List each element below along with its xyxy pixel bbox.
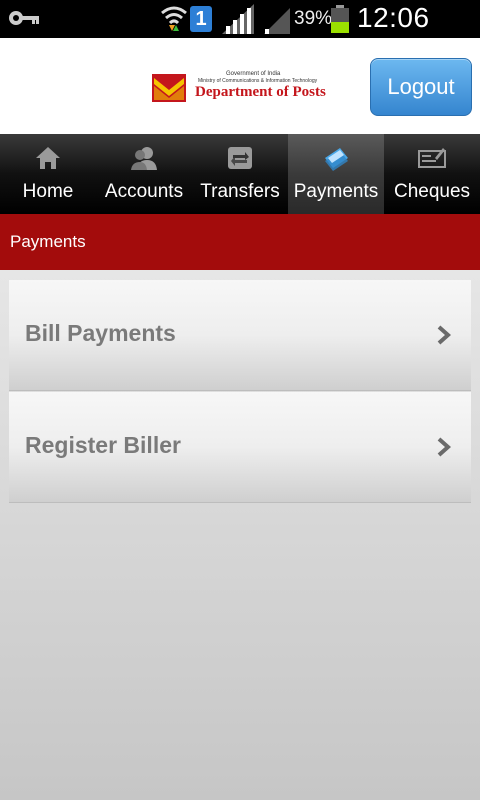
india-post-logo: Government of India Ministry of Communic… [152,71,328,106]
signal-weak-icon [264,8,290,34]
key-icon [9,11,39,25]
tab-label: Accounts [104,181,184,202]
payments-icon [325,148,348,171]
menu-item-label: Bill Payments [25,320,176,346]
tab-label: Home [22,181,74,202]
dept-text: Department of Posts [195,84,326,100]
menu-item-register-biller[interactable]: Register Biller [9,392,471,503]
status-bar: 1 39% 12:06 PM [0,0,480,65]
battery-icon [331,5,349,33]
signal-icon [222,4,254,34]
tab-transfers[interactable]: Transfers [192,134,288,214]
battery-percent: 39% [294,8,333,29]
section-title: Payments [10,232,86,251]
tab-cheques[interactable]: Cheques [384,134,480,214]
chevron-right-icon [437,325,451,345]
gov-text: Government of India [226,71,281,77]
home-icon [36,147,60,169]
menu-item-bill-payments[interactable]: Bill Payments [9,280,471,391]
wifi-icon [161,6,187,31]
tab-label: Payments [293,181,379,202]
tab-accounts[interactable]: Accounts [96,134,192,214]
app-header: Government of India Ministry of Communic… [0,38,480,134]
india-post-emblem-icon [152,74,186,102]
tab-label: Cheques [393,181,471,202]
notification-icon[interactable]: 1 [190,6,212,32]
accounts-icon [131,147,157,170]
chevron-right-icon [437,437,451,457]
cheques-icon [418,148,446,168]
tab-label: Transfers [200,181,280,202]
menu-item-label: Register Biller [25,432,181,458]
section-header: Payments [0,214,480,270]
tab-bar: Home Accounts Transfers Payments Cheques [0,134,480,214]
logout-button[interactable]: Logout [370,58,472,116]
transfers-icon [228,147,252,169]
content-area: Bill Payments Register Biller [0,270,480,800]
tab-home[interactable]: Home [0,134,96,214]
tab-payments[interactable]: Payments [288,134,384,214]
